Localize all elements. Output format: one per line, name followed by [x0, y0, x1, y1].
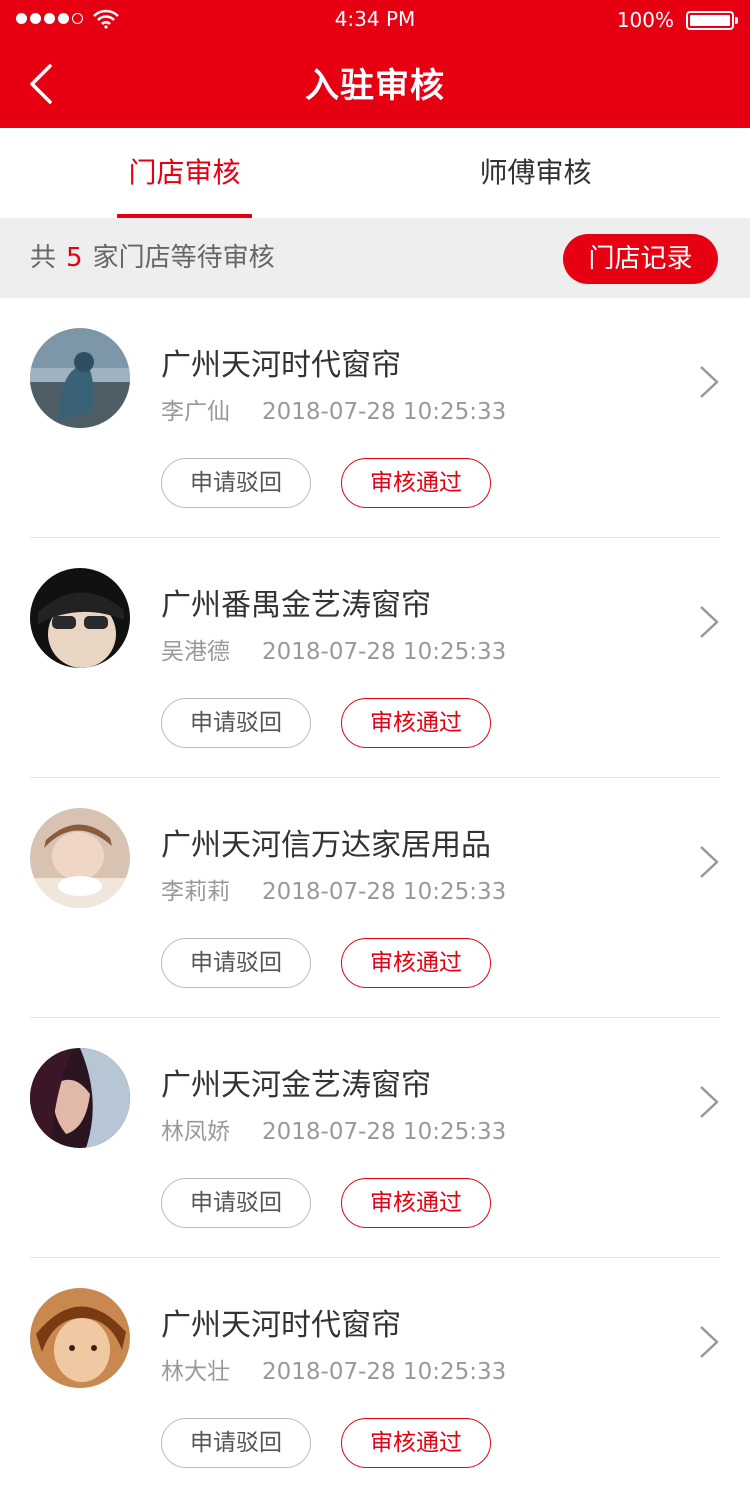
- store-name: 广州天河信万达家居用品: [161, 828, 491, 863]
- approve-button[interactable]: 审核通过: [341, 458, 491, 508]
- store-meta: 林凤娇 2018-07-28 10:25:33: [161, 1112, 506, 1146]
- store-name: 广州天河金艺涛窗帘: [161, 1068, 431, 1103]
- list-item[interactable]: 广州天河信万达家居用品 李莉莉 2018-07-28 10:25:33 申请驳回 …: [0, 778, 750, 1018]
- store-name: 广州天河时代窗帘: [161, 348, 401, 383]
- store-records-button[interactable]: 门店记录: [563, 234, 718, 284]
- tab-bar: 门店审核 师傅审核: [0, 128, 750, 218]
- status-bar: 4:34 PM 100%: [0, 0, 750, 40]
- chevron-right-icon: [700, 1326, 719, 1358]
- pending-summary: 共 5 家门店等待审核 门店记录: [0, 218, 750, 298]
- summary-text: 共 5 家门店等待审核: [30, 218, 275, 298]
- submit-time: 2018-07-28 10:25:33: [262, 879, 507, 905]
- approve-button[interactable]: 审核通过: [341, 698, 491, 748]
- applicant-name: 林大壮: [161, 1359, 230, 1385]
- submit-time: 2018-07-28 10:25:33: [262, 1359, 507, 1385]
- summary-suffix: 家门店等待审核: [92, 243, 275, 273]
- reject-button[interactable]: 申请驳回: [161, 1178, 311, 1228]
- tab-technician-review[interactable]: 师傅审核: [468, 128, 603, 218]
- list-item[interactable]: 广州番禺金艺涛窗帘 吴港德 2018-07-28 10:25:33 申请驳回 审核…: [0, 538, 750, 778]
- chevron-right-icon: [700, 366, 719, 398]
- reject-button[interactable]: 申请驳回: [161, 698, 311, 748]
- chevron-right-icon: [700, 606, 719, 638]
- pending-count: 5: [66, 243, 83, 273]
- submit-time: 2018-07-28 10:25:33: [262, 399, 507, 425]
- store-list: 广州天河时代窗帘 李广仙 2018-07-28 10:25:33 申请驳回 审核通…: [0, 298, 750, 1498]
- approve-button[interactable]: 审核通过: [341, 1178, 491, 1228]
- avatar: [30, 1288, 130, 1388]
- applicant-name: 吴港德: [161, 639, 230, 665]
- applicant-name: 李莉莉: [161, 879, 230, 905]
- tab-store-review[interactable]: 门店审核: [117, 128, 252, 218]
- list-item[interactable]: 广州天河时代窗帘 林大壮 2018-07-28 10:25:33 申请驳回 审核通…: [0, 1258, 750, 1498]
- summary-prefix: 共: [30, 243, 57, 273]
- chevron-right-icon: [700, 846, 719, 878]
- applicant-name: 林凤娇: [161, 1119, 230, 1145]
- store-name: 广州番禺金艺涛窗帘: [161, 588, 431, 623]
- avatar: [30, 568, 130, 668]
- reject-button[interactable]: 申请驳回: [161, 938, 311, 988]
- reject-button[interactable]: 申请驳回: [161, 458, 311, 508]
- list-item[interactable]: 广州天河时代窗帘 李广仙 2018-07-28 10:25:33 申请驳回 审核通…: [0, 298, 750, 538]
- avatar: [30, 1048, 130, 1148]
- store-meta: 林大壮 2018-07-28 10:25:33: [161, 1352, 506, 1386]
- store-name: 广州天河时代窗帘: [161, 1308, 401, 1343]
- approve-button[interactable]: 审核通过: [341, 1418, 491, 1468]
- avatar: [30, 328, 130, 428]
- header: 4:34 PM 100% 入驻审核: [0, 0, 750, 128]
- applicant-name: 李广仙: [161, 399, 230, 425]
- list-item[interactable]: 广州天河金艺涛窗帘 林凤娇 2018-07-28 10:25:33 申请驳回 审核…: [0, 1018, 750, 1258]
- reject-button[interactable]: 申请驳回: [161, 1418, 311, 1468]
- store-meta: 吴港德 2018-07-28 10:25:33: [161, 632, 506, 666]
- chevron-right-icon: [700, 1086, 719, 1118]
- avatar: [30, 808, 130, 908]
- store-meta: 李广仙 2018-07-28 10:25:33: [161, 392, 506, 426]
- battery-icon: [686, 11, 738, 30]
- approve-button[interactable]: 审核通过: [341, 938, 491, 988]
- store-meta: 李莉莉 2018-07-28 10:25:33: [161, 872, 506, 906]
- submit-time: 2018-07-28 10:25:33: [262, 1119, 507, 1145]
- page-title: 入驻审核: [305, 66, 445, 106]
- submit-time: 2018-07-28 10:25:33: [262, 639, 507, 665]
- battery-percentage: 100%: [616, 8, 674, 32]
